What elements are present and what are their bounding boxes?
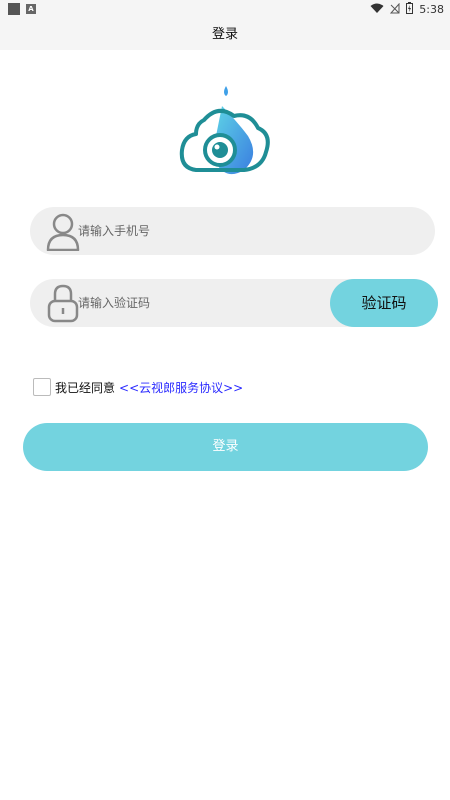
status-bar: A 5:38 [0, 0, 450, 20]
login-button[interactable]: 登录 [23, 423, 428, 471]
status-right: 5:38 [370, 2, 444, 17]
lock-icon [46, 283, 80, 323]
page-title: 登录 [0, 20, 450, 50]
user-icon [46, 211, 80, 252]
phone-input[interactable] [78, 207, 348, 255]
agreement-row: 我已经同意 <<云视郎服务协议>> [33, 378, 243, 396]
signal-off-icon [390, 2, 400, 17]
code-input[interactable] [78, 279, 348, 327]
get-code-button[interactable]: 验证码 [330, 279, 438, 327]
agreement-link[interactable]: <<云视郎服务协议>> [119, 379, 243, 396]
agreement-text: 我已经同意 [55, 380, 116, 395]
app-logo [178, 84, 274, 180]
status-time: 5:38 [419, 3, 444, 16]
wifi-icon [370, 3, 384, 17]
agreement-checkbox[interactable] [33, 378, 51, 396]
a-icon: A [26, 4, 36, 14]
notification-square-icon [8, 3, 20, 15]
phone-field [30, 207, 435, 255]
status-left: A [8, 3, 36, 15]
battery-icon [406, 2, 414, 17]
